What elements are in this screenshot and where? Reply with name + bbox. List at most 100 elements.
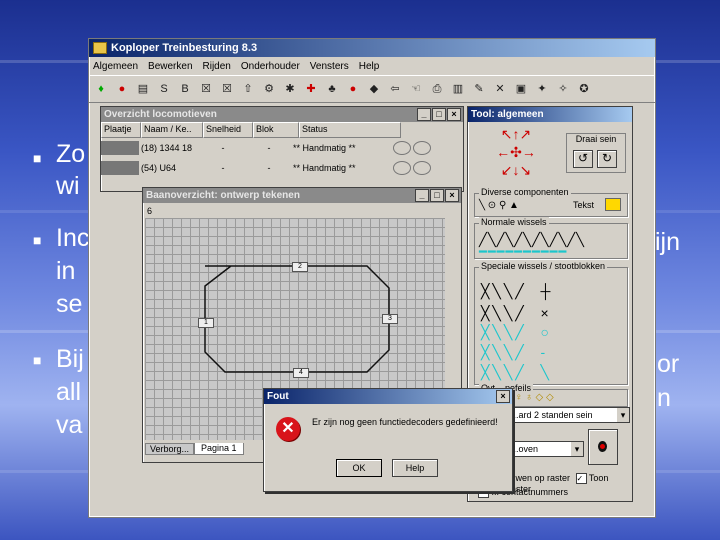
bullet-marker: ■	[33, 352, 42, 368]
close-button[interactable]: ×	[447, 108, 461, 121]
tab-strip: Verborg... Pagina 1	[145, 443, 244, 455]
bullet-marker: ■	[33, 232, 42, 248]
menu-vensters[interactable]: Vensters	[310, 61, 349, 72]
close-button[interactable]: ×	[496, 390, 510, 403]
maximize-button[interactable]: □	[432, 108, 446, 121]
menu-bewerken[interactable]: Bewerken	[148, 61, 192, 72]
rotate-right-button[interactable]: ↻	[597, 150, 617, 168]
column-header[interactable]: Snelheid	[203, 122, 253, 138]
switch-icons[interactable]: ━━━━━━━━━━	[479, 244, 567, 260]
block-label[interactable]: 1	[198, 318, 214, 328]
text-tool-label[interactable]: Tekst	[573, 200, 594, 210]
tool-icon[interactable]: ✪	[576, 81, 592, 97]
menu-rijden[interactable]: Rijden	[203, 61, 231, 72]
block-label[interactable]: 2	[292, 262, 308, 272]
bullet-line: Zo	[56, 140, 86, 168]
app-titlebar: Koploper Treinbesturing 8.3	[89, 39, 655, 57]
special-switches-group: Speciale wissels / stootblokken ╳╲╲╱ ┼ ╳╲…	[474, 261, 628, 385]
normal-switches-group: Normale wissels ╱╲╱╲╱╲╱╲╱╲╱╲ ━━━━━━━━━━	[474, 217, 628, 260]
tool-icon[interactable]: ✧	[555, 81, 571, 97]
tool-icon[interactable]: ◆	[366, 81, 382, 97]
app-title: Koploper Treinbesturing 8.3	[111, 42, 258, 54]
stop-icon[interactable]: ●	[345, 81, 361, 97]
loco-toggle[interactable]	[393, 141, 411, 155]
menu-algemeen[interactable]: Algemeen	[93, 61, 138, 72]
s-icon[interactable]: S	[156, 81, 172, 97]
close-box-icon[interactable]: ☒	[198, 81, 214, 97]
minimize-button[interactable]: _	[417, 108, 431, 121]
column-header[interactable]: Blok	[253, 122, 299, 138]
menu-onderhouder[interactable]: Onderhouder	[241, 61, 300, 72]
loco-toggle[interactable]	[413, 141, 431, 155]
signal-preview-button[interactable]	[588, 429, 618, 465]
color-swatch[interactable]	[605, 198, 621, 211]
signal-icon[interactable]: ●	[114, 81, 130, 97]
toolbar: ♦ ● ▤ S B ☒ ☒ ⇧ ⚙ ✱ ✚ ♣ ● ◆ ⇦ ☜ ⎙ ▥ ✎ ✕ …	[89, 75, 655, 103]
track-plan-title: Baanoverzicht: ontwerp tekenen	[146, 190, 300, 201]
special-switch-icons[interactable]: ╳╲╲╱ ┼ ╳╲╲╱ ×	[481, 280, 553, 324]
loco-name: (54) U64	[141, 163, 177, 173]
normal-switches-label: Normale wissels	[479, 217, 549, 227]
minimize-button[interactable]: _	[415, 189, 429, 202]
tab-page-1[interactable]: Pagina 1	[194, 443, 244, 455]
chevron-down-icon[interactable]: ▾	[571, 442, 583, 456]
block-label[interactable]: 3	[382, 314, 398, 324]
bullet-line: va	[56, 411, 83, 439]
special-switch-icons[interactable]: ╳╲╲╱ ○ ╳╲╲╱ - ╳╲╲╱ ╲	[481, 322, 552, 382]
error-dialog: Fout × ✕ Er zijn nog geen functiedecoder…	[263, 388, 513, 492]
train-icon[interactable]: ♣	[324, 81, 340, 97]
rotate-left-button[interactable]: ↺	[573, 150, 593, 168]
menu-help[interactable]: Help	[359, 61, 380, 72]
above-grid-checkbox[interactable]: ✓	[575, 473, 587, 484]
tool-icon[interactable]: ✚	[303, 81, 319, 97]
ok-button[interactable]: OK	[336, 459, 382, 477]
table-row[interactable]: (18) 1344 18 - - ** Handmatig **	[101, 138, 463, 158]
edit-icon[interactable]: ✎	[471, 81, 487, 97]
block-label[interactable]: 4	[293, 368, 309, 378]
tab-hidden[interactable]: Verborg...	[145, 443, 195, 455]
maximize-button[interactable]: □	[430, 189, 444, 202]
loco-block: -	[267, 163, 271, 173]
arrow-icons[interactable]: ♀ ♁ ◇ ◇	[515, 392, 554, 403]
hand-icon[interactable]: ☜	[408, 81, 424, 97]
tool-icon[interactable]: ⚙	[261, 81, 277, 97]
chevron-down-icon[interactable]: ▾	[617, 408, 629, 422]
close-box-icon[interactable]: ☒	[219, 81, 235, 97]
rotate-group: Draai sein ↺ ↻	[566, 133, 626, 173]
back-icon[interactable]: ⇦	[387, 81, 403, 97]
direction-arrows[interactable]: ↖↑↗ ←✣→ ↙↓↘	[486, 125, 546, 181]
bullet-marker: ■	[33, 150, 42, 166]
error-message: Er zijn nog geen functiedecoders gedefin…	[312, 417, 498, 427]
close-button[interactable]: ×	[445, 189, 459, 202]
bullet-fragment: ijn	[655, 228, 681, 256]
save-icon[interactable]: ▣	[513, 81, 529, 97]
print-icon[interactable]: ⎙	[429, 81, 445, 97]
b-icon[interactable]: B	[177, 81, 193, 97]
direction-select[interactable]: ...oven ▾	[508, 441, 584, 457]
tool-icon[interactable]: ✱	[282, 81, 298, 97]
track-plan-titlebar: Baanoverzicht: ontwerp tekenen _ □ ×	[143, 188, 461, 203]
loco-toggle[interactable]	[413, 161, 431, 175]
column-header[interactable]: Status	[299, 122, 401, 138]
bullet-line: Inc	[56, 224, 90, 252]
table-row[interactable]: (54) U64 - - ** Handmatig **	[101, 158, 463, 178]
locomotive-icon[interactable]: ♦	[93, 81, 109, 97]
bullet-line: all	[56, 378, 82, 406]
loco-toggle[interactable]	[393, 161, 411, 175]
column-header[interactable]: Naam / Ke..	[141, 122, 203, 138]
bullet-fragment: or	[657, 350, 680, 378]
error-icon: ✕	[276, 417, 300, 441]
line-tool-icon[interactable]: ╲ ⊙ ⚲ ▲	[479, 200, 519, 211]
loco-status: ** Handmatig **	[293, 163, 356, 173]
cross-icon[interactable]: ✕	[492, 81, 508, 97]
tool-icon[interactable]: ✦	[534, 81, 550, 97]
menubar: Algemeen Bewerken Rijden Onderhouder Ven…	[89, 57, 655, 75]
help-button[interactable]: Help	[392, 459, 438, 477]
column-header[interactable]: Plaatje	[101, 122, 141, 138]
signal-select-value: ...ard 2 standen sein	[511, 410, 593, 420]
up-icon[interactable]: ⇧	[240, 81, 256, 97]
clipboard-icon[interactable]: ▥	[450, 81, 466, 97]
signal-select[interactable]: ...ard 2 standen sein ▾	[508, 407, 630, 423]
panel-icon[interactable]: ▤	[135, 81, 151, 97]
loco-speed: -	[221, 143, 225, 153]
